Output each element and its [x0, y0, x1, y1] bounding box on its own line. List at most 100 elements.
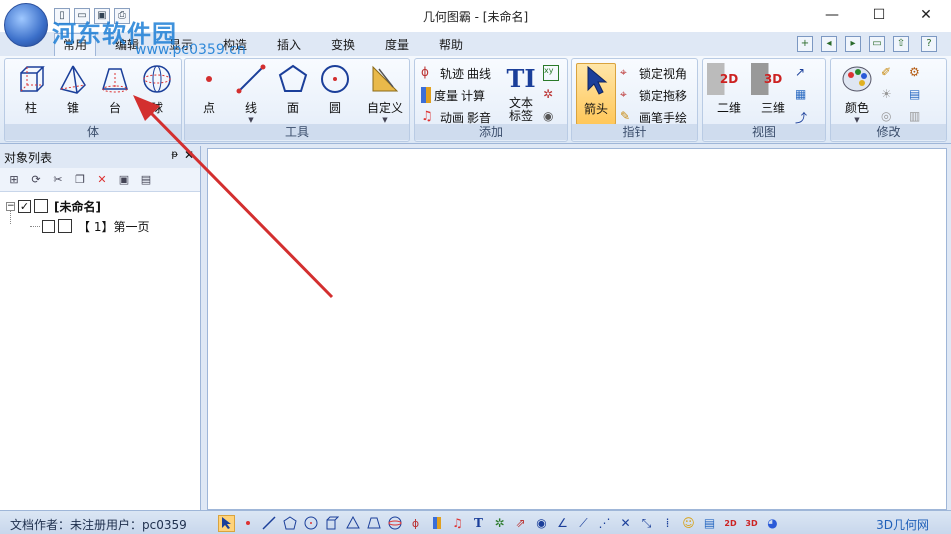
view-3d-button[interactable]: 3D 三维 — [751, 63, 795, 123]
view-2d-button[interactable]: 2D 二维 — [707, 63, 751, 123]
grid-icon[interactable]: ▦ — [795, 87, 811, 103]
curve-label[interactable]: 曲线 — [467, 65, 491, 82]
bottom-2d-icon[interactable]: 2D — [722, 515, 739, 532]
arrow-pointer-button[interactable]: 箭头 — [576, 63, 616, 125]
trace-icon: ϕ — [421, 65, 429, 79]
pin-icon[interactable]: ᵽ — [171, 149, 178, 160]
bottom-trace-icon[interactable]: ϕ — [407, 515, 424, 532]
copy-icon[interactable]: ❐ — [72, 172, 88, 188]
text-label-button[interactable]: TI 文本标签 — [503, 63, 539, 123]
bottom-point-icon[interactable] — [239, 515, 256, 532]
bottom-eye-icon[interactable]: ◉ — [533, 515, 550, 532]
bottom-dots-icon[interactable]: ⁞ — [659, 515, 676, 532]
color-button[interactable]: 颜色 ▼ — [835, 63, 879, 124]
refresh-icon[interactable]: ⟳ — [28, 172, 44, 188]
custom-dropdown-icon[interactable]: ▼ — [361, 116, 409, 124]
circle-tool-button[interactable]: 圆 — [313, 63, 357, 123]
polygon-tool-button[interactable]: 面 — [271, 63, 315, 123]
tab-measure[interactable]: 度量 — [385, 36, 409, 53]
bottom-text-icon[interactable]: T — [470, 515, 487, 532]
bottom-music-icon[interactable]: ♫ — [449, 515, 466, 532]
frustum-button[interactable]: 台 — [93, 63, 137, 123]
properties-icon[interactable]: ▤ — [909, 87, 925, 103]
bottom-measure-icon[interactable] — [428, 515, 445, 532]
properties-panel-icon[interactable]: ▤ — [138, 172, 154, 188]
bottom-3d-icon[interactable]: 3D — [743, 515, 760, 532]
line-tool-button[interactable]: 线 ▼ — [229, 63, 273, 124]
media-label[interactable]: 影音 — [467, 109, 491, 126]
website-link[interactable]: 3D几何网 — [876, 516, 929, 533]
bottom-arrow-icon[interactable] — [218, 514, 235, 532]
bottom-prism-icon[interactable] — [323, 515, 340, 532]
select-icon[interactable]: ▣ — [116, 172, 132, 188]
minimize-button[interactable]: — — [809, 0, 855, 30]
bottom-palette-icon[interactable]: ◕ — [764, 515, 781, 532]
bottom-polygon-icon[interactable] — [281, 515, 298, 532]
measure-button[interactable]: 度量 计算 — [421, 85, 485, 105]
group-label-pointer: 指针 — [572, 124, 697, 140]
eye-icon[interactable]: ◉ — [543, 109, 559, 125]
maximize-button[interactable]: ☐ — [856, 0, 902, 30]
add-page-icon[interactable]: + — [797, 36, 813, 52]
bottom-vertex-icon[interactable]: ⋰ — [596, 515, 613, 532]
close-button[interactable]: ✕ — [903, 0, 949, 30]
function-graph-icon[interactable]: xy — [543, 65, 559, 81]
bottom-props-icon[interactable]: ▤ — [701, 515, 718, 532]
next-page-icon[interactable]: ▸ — [845, 36, 861, 52]
bottom-reflect-icon[interactable]: ⇗ — [512, 515, 529, 532]
bottom-circle-icon[interactable] — [302, 515, 319, 532]
light-icon[interactable]: ☀ — [881, 87, 897, 103]
lock-view-button[interactable]: ⌖ 锁定视角 — [620, 63, 687, 83]
bottom-pyramid-icon[interactable] — [344, 515, 361, 532]
rotate-icon[interactable]: ⤴ — [795, 109, 811, 125]
brush-icon[interactable]: ✐ — [881, 65, 897, 81]
bottom-graph-icon[interactable]: ✲ — [491, 515, 508, 532]
bottom-segment-icon[interactable]: ⟋ — [575, 515, 592, 532]
options-icon[interactable]: ⇧ — [893, 36, 909, 52]
lock-drag-button[interactable]: ⌖ 锁定拖移 — [620, 85, 687, 105]
view-extra-tools: ↗ ▦ ⤴ — [795, 65, 811, 125]
gear-icon[interactable]: ⚙ — [909, 65, 925, 81]
trace-button[interactable]: ϕ 轨迹 曲线 — [421, 63, 491, 83]
presentation-icon[interactable]: ▭ — [869, 36, 885, 52]
bottom-angle-icon[interactable]: ∠ — [554, 515, 571, 532]
bottom-mirror-icon[interactable]: ⤡ — [638, 515, 655, 532]
prism-button[interactable]: 柱 — [9, 63, 53, 123]
bottom-cross-icon[interactable]: ✕ — [617, 515, 634, 532]
view-3d-label: 三维 — [760, 101, 785, 115]
cut-icon[interactable]: ✂ — [50, 172, 66, 188]
bottom-line-icon[interactable] — [260, 515, 277, 532]
point-label: 点 — [202, 101, 215, 115]
layer-icon[interactable]: ▥ — [909, 109, 925, 125]
tree-page-row[interactable]: 【 1】第一页 — [0, 216, 200, 236]
bottom-sphere-icon[interactable] — [386, 515, 403, 532]
panel-close-icon[interactable]: ✕ — [184, 148, 194, 162]
modify-tools-col2: ⚙ ▤ ▥ — [909, 65, 925, 125]
page-checkbox[interactable] — [42, 219, 55, 233]
drawing-canvas[interactable] — [207, 148, 947, 510]
bottom-smile-icon[interactable]: ☺ — [680, 515, 697, 532]
pyramid-button[interactable]: 锥 — [51, 63, 95, 123]
delete-icon[interactable]: ✕ — [94, 172, 110, 188]
tab-insert[interactable]: 插入 — [277, 36, 301, 53]
circle-label: 圆 — [328, 101, 341, 115]
line-dropdown-icon[interactable]: ▼ — [229, 116, 273, 124]
root-checkbox[interactable]: ✓ — [18, 199, 31, 213]
calculate-label[interactable]: 计算 — [461, 87, 485, 104]
tab-transform[interactable]: 变换 — [331, 36, 355, 53]
bottom-frustum-icon[interactable] — [365, 515, 382, 532]
point-tool-button[interactable]: 点 — [187, 63, 231, 123]
sphere-button[interactable]: 球 — [135, 63, 179, 123]
camera-icon[interactable]: ◎ — [881, 109, 897, 125]
app-menu-button[interactable] — [4, 3, 48, 47]
color-dropdown-icon[interactable]: ▼ — [835, 116, 879, 124]
custom-tool-button[interactable]: 自定义 ▼ — [361, 63, 409, 124]
collapse-icon[interactable]: − — [6, 201, 15, 211]
help-icon[interactable]: ? — [921, 36, 937, 52]
tree-root-row[interactable]: − ✓ [未命名] — [0, 196, 200, 216]
axes-icon[interactable]: ↗ — [795, 65, 811, 81]
prev-page-icon[interactable]: ◂ — [821, 36, 837, 52]
graph-plot-icon[interactable]: ✲ — [543, 87, 559, 103]
tab-help[interactable]: 帮助 — [439, 36, 463, 53]
expand-all-icon[interactable]: ⊞ — [6, 172, 22, 188]
